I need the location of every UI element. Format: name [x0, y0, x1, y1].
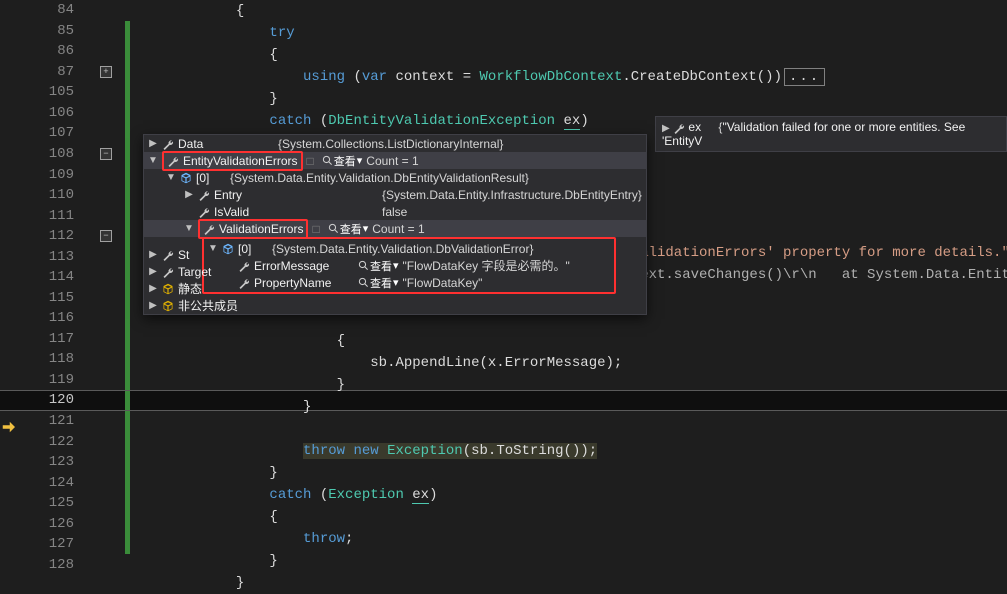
- wrench-icon: [673, 122, 685, 134]
- wrench-icon: [238, 277, 250, 289]
- fold-minus-icon[interactable]: −: [100, 148, 112, 160]
- wrench-icon: [162, 249, 174, 261]
- datatip-row[interactable]: IsValid false: [144, 203, 646, 220]
- datatip-var: ex: [688, 120, 701, 134]
- gutter: 84 85 86 87+ 105 106 107 108− 109 110 11…: [0, 0, 125, 575]
- wrench-icon: [162, 138, 174, 150]
- datatip-row[interactable]: ▶ Entry {System.Data.Entity.Infrastructu…: [144, 186, 646, 203]
- stacktrace-fragment: ontext.saveChanges()\r\n at System.Data.…: [615, 267, 1007, 283]
- fold-minus-icon[interactable]: −: [100, 230, 112, 242]
- string-fragment: tyValidationErrors' property for more de…: [615, 245, 1007, 261]
- magnifier-icon: [328, 223, 339, 234]
- lineno: 84: [0, 2, 90, 18]
- expand-icon[interactable]: ▶: [662, 123, 670, 134]
- static-icon: [162, 283, 174, 295]
- wrench-icon: [162, 266, 174, 278]
- current-line[interactable]: [135, 418, 1007, 440]
- view-lens[interactable]: 查看 ▾: [322, 153, 363, 169]
- view-lens[interactable]: 查看 ▾: [358, 258, 399, 274]
- datatip-row[interactable]: ▼ ValidationErrors □ 查看 ▾ Count = 1: [144, 220, 646, 237]
- datatip-row[interactable]: ErrorMessage 查看 ▾ "FlowDataKey 字段是必需的。": [204, 257, 614, 274]
- next-statement-highlight: throw new Exception(sb.ToString());: [303, 443, 597, 459]
- cube-icon: [222, 243, 234, 255]
- datatip-row[interactable]: ▶ Data {System.Collections.ListDictionar…: [144, 135, 646, 152]
- datatip-row[interactable]: ▼ EntityValidationErrors □ 查看 ▾ Count = …: [144, 152, 646, 169]
- view-lens[interactable]: 查看 ▾: [358, 275, 399, 291]
- wrench-icon: [203, 223, 215, 235]
- datatip-row[interactable]: ▶ 非公共成员: [144, 297, 646, 314]
- datatip-popup[interactable]: ▶ Data {System.Collections.ListDictionar…: [143, 134, 647, 315]
- fold-plus-icon[interactable]: +: [100, 66, 112, 78]
- wrench-icon: [238, 260, 250, 272]
- datatip-row[interactable]: ▼ [0] {System.Data.Entity.Validation.DbE…: [144, 169, 646, 186]
- wrench-icon: [167, 155, 179, 167]
- collapsed-region-icon[interactable]: ...: [784, 68, 825, 86]
- current-statement-arrow-icon: [0, 420, 16, 434]
- view-lens[interactable]: 查看 ▾: [328, 221, 369, 237]
- magnifier-icon: [358, 277, 369, 288]
- datatip-ex[interactable]: ▶ ex {"Validation failed for one or more…: [655, 116, 1007, 152]
- cube-icon: [180, 172, 192, 184]
- wrench-icon: [198, 206, 210, 218]
- wrench-icon: [198, 189, 210, 201]
- magnifier-icon: [358, 260, 369, 271]
- magnifier-icon: [322, 155, 333, 166]
- nonpublic-icon: [162, 300, 174, 312]
